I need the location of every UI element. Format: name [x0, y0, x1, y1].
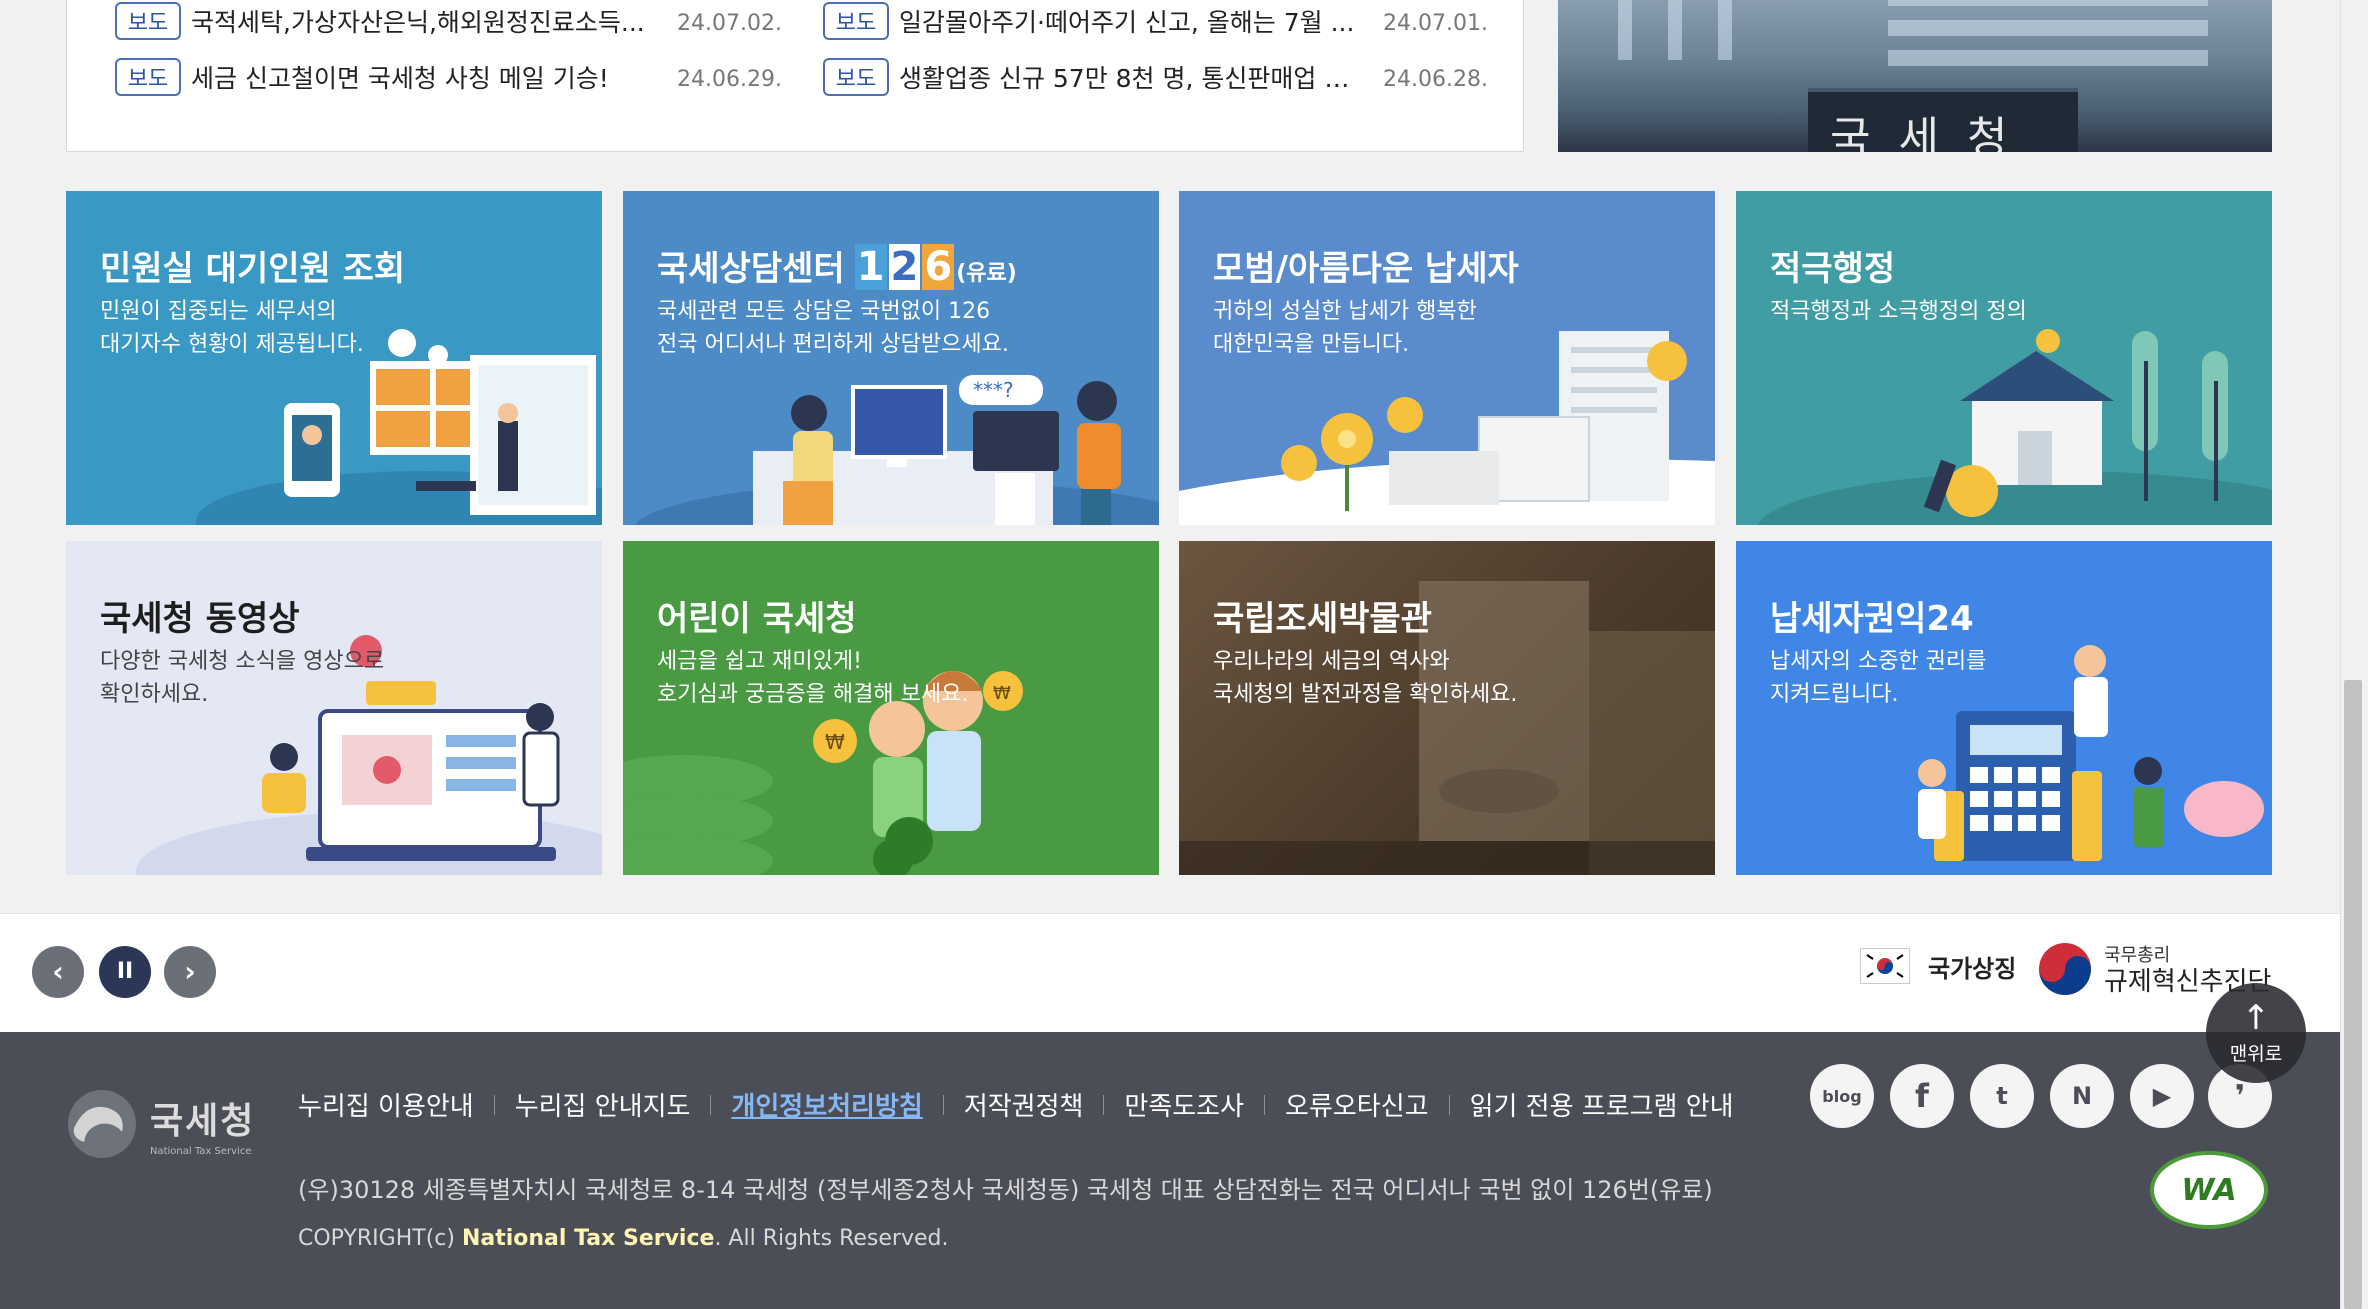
news-item[interactable]: 보도 일감몰아주기·떼어주기 신고, 올해는 7월 ... [823, 1, 1359, 41]
arrow-up-icon: ↑ [2241, 997, 2271, 1038]
nts-building-image[interactable]: 국세청 [1558, 0, 2272, 152]
link-separator [1264, 1094, 1266, 1115]
tile-title: 국세청 동영상 [100, 599, 300, 639]
footer-copyright: COPYRIGHT(c) National Tax Service. All R… [298, 1226, 949, 1251]
tile-proactive-admin[interactable]: 적극행정 적극행정과 소극행정의 정의 [1736, 191, 2272, 525]
news-item[interactable]: 보도 세금 신고철이면 국세청 사칭 메일 기승! [115, 57, 651, 97]
svg-text:***?: ***? [973, 378, 1014, 402]
chevron-left-icon: ‹ [52, 955, 64, 988]
footer-link-usage-guide[interactable]: 누리집 이용안내 [298, 1086, 474, 1123]
press-badge: 보도 [115, 2, 181, 40]
footer-link-privacy-policy[interactable]: 개인정보처리방침 [731, 1086, 922, 1123]
back-to-top-button[interactable]: ↑ 맨위로 [2206, 983, 2306, 1083]
news-date: 24.06.28. [1383, 67, 1488, 92]
facebook-icon[interactable]: f [1890, 1064, 1954, 1128]
twitter-icon[interactable]: t [1970, 1064, 2034, 1128]
prev-button[interactable]: ‹ [32, 946, 84, 998]
footer-address: (우)30128 세종특별자치시 국세청로 8-14 국세청 (정부세종2청사 … [298, 1176, 1713, 1204]
news-title[interactable]: 생활업종 신규 57만 8천 명, 통신판매업 5... [899, 59, 1359, 95]
tile-title: 적극행정 [1770, 249, 1896, 289]
footer-link-satisfaction-survey[interactable]: 만족도조사 [1124, 1086, 1244, 1123]
tile-desc: 민원이 집중되는 세무서의 대기자수 현황이 제공됩니다. [100, 299, 364, 357]
tile-title: 어린이 국세청 [657, 599, 857, 639]
blog-icon[interactable]: blog [1810, 1064, 1874, 1128]
tile-desc: 귀하의 성실한 납세가 행복한 대한민국을 만듭니다. [1213, 299, 1477, 357]
link-separator [1103, 1094, 1105, 1115]
tile-title: 국립조세박물관 [1213, 599, 1432, 639]
back-to-top-label: 맨위로 [2229, 1042, 2283, 1065]
tile-kids-nts[interactable]: ₩ ₩ 어린이 국세청 세금을 쉽고 재미있게! 호기심과 궁금증을 해결해 보… [623, 541, 1159, 875]
scrollbar-thumb[interactable] [2344, 680, 2362, 1309]
news-date: 24.06.29. [677, 67, 782, 92]
news-title[interactable]: 일감몰아주기·떼어주기 신고, 올해는 7월 ... [899, 3, 1359, 39]
svg-text:₩: ₩ [825, 730, 845, 754]
tile-desc: 다양한 국세청 소식을 영상으로 확인하세요. [100, 649, 385, 707]
tile-taxpayer-rights-24[interactable]: 납세자권익24 납세자의 소중한 권리를 지켜드립니다. [1736, 541, 2272, 875]
building-sign: 국세청 [1808, 88, 2078, 152]
news-item[interactable]: 보도 국적세탁,가상자산은닉,해외원정진료소득... [115, 1, 651, 41]
footer-links: 누리집 이용안내 누리집 안내지도 개인정보처리방침 저작권정책 만족도조사 오… [298, 1086, 1734, 1123]
svg-text:₩: ₩ [993, 683, 1011, 704]
tile-waiting-status[interactable]: 민원실 대기인원 조회 민원이 집중되는 세무서의 대기자수 현황이 제공됩니다… [66, 191, 602, 525]
tile-desc: 우리나라의 세금의 역사와 국세청의 발전과정을 확인하세요. [1213, 649, 1518, 707]
footer-link-viewer-programs[interactable]: 읽기 전용 프로그램 안내 [1470, 1086, 1734, 1123]
tile-nts-videos[interactable]: 국세청 동영상 다양한 국세청 소식을 영상으로 확인하세요. [66, 541, 602, 875]
taegeuk-logo-icon [2039, 943, 2091, 995]
tile-tax-museum[interactable]: 국립조세박물관 우리나라의 세금의 역사와 국세청의 발전과정을 확인하세요. [1179, 541, 1715, 875]
footer-link-site-map[interactable]: 누리집 안내지도 [515, 1086, 691, 1123]
tile-desc: 세금을 쉽고 재미있게! 호기심과 궁금증을 해결해 보세요. [657, 649, 969, 707]
footer-logo[interactable]: 국세청 National Tax Service [66, 1088, 255, 1160]
youtube-icon[interactable]: ▶ [2130, 1064, 2194, 1128]
press-badge: 보도 [823, 2, 889, 40]
tile-desc: 적극행정과 소극행정의 정의 [1770, 299, 2027, 324]
tile-title: 민원실 대기인원 조회 [100, 249, 406, 289]
tile-desc: 납세자의 소중한 권리를 지켜드립니다. [1770, 649, 1987, 707]
number-126-highlight: 126 [854, 244, 955, 290]
pause-button[interactable]: II [99, 946, 151, 998]
news-title[interactable]: 국적세탁,가상자산은닉,해외원정진료소득... [191, 3, 651, 39]
link-separator [942, 1094, 944, 1115]
press-badge: 보도 [823, 58, 889, 96]
news-item[interactable]: 보도 생활업종 신규 57만 8천 명, 통신판매업 5... [823, 57, 1359, 97]
korean-flag-icon [1860, 948, 1910, 984]
link-separator [493, 1094, 495, 1115]
pause-icon: II [116, 959, 134, 984]
footer-logo-english: National Tax Service [150, 1145, 252, 1157]
nts-swirl-icon [68, 1090, 136, 1158]
link-separator [710, 1094, 712, 1115]
tile-desc: 국세관련 모든 상담은 국번없이 126 전국 어디서나 편리하게 상담받으세요… [657, 299, 1009, 357]
tile-title: 납세자권익24 [1770, 599, 1974, 639]
national-symbol-label: 국가상징 [1928, 954, 2017, 983]
chevron-right-icon: › [184, 955, 196, 988]
post-icon[interactable]: N [2050, 1064, 2114, 1128]
national-symbol-link[interactable]: 국가상징 [1860, 948, 2016, 984]
footer-logo-korean: 국세청 [150, 1100, 256, 1142]
news-title[interactable]: 세금 신고철이면 국세청 사칭 메일 기승! [191, 59, 651, 95]
tile-tax-counseling[interactable]: ***? 국세상담센터 1 2 6 (유료) 국세관련 모든 상담은 국번없이 126 … [623, 191, 1159, 525]
tile-title: 모범/아름다운 납세자 [1213, 249, 1519, 289]
wa-accessibility-mark: WA [2150, 1151, 2268, 1229]
tile-title: 국세상담센터 1 2 6 (유료) [657, 244, 1017, 290]
footer-link-error-report[interactable]: 오류오타신고 [1285, 1086, 1429, 1123]
footer-link-copyright-policy[interactable]: 저작권정책 [964, 1086, 1084, 1123]
news-date: 24.07.01. [1383, 11, 1488, 36]
tile-exemplary-taxpayer[interactable]: 모범/아름다운 납세자 귀하의 성실한 납세가 행복한 대한민국을 만듭니다. [1179, 191, 1715, 525]
link-separator [1448, 1094, 1450, 1115]
press-badge: 보도 [115, 58, 181, 96]
next-button[interactable]: › [164, 946, 216, 998]
news-panel: 보도 국적세탁,가상자산은닉,해외원정진료소득... 24.07.02. 보도 … [66, 0, 1524, 152]
news-date: 24.07.02. [677, 11, 782, 36]
gov-label-small: 국무총리 [2104, 945, 2171, 966]
